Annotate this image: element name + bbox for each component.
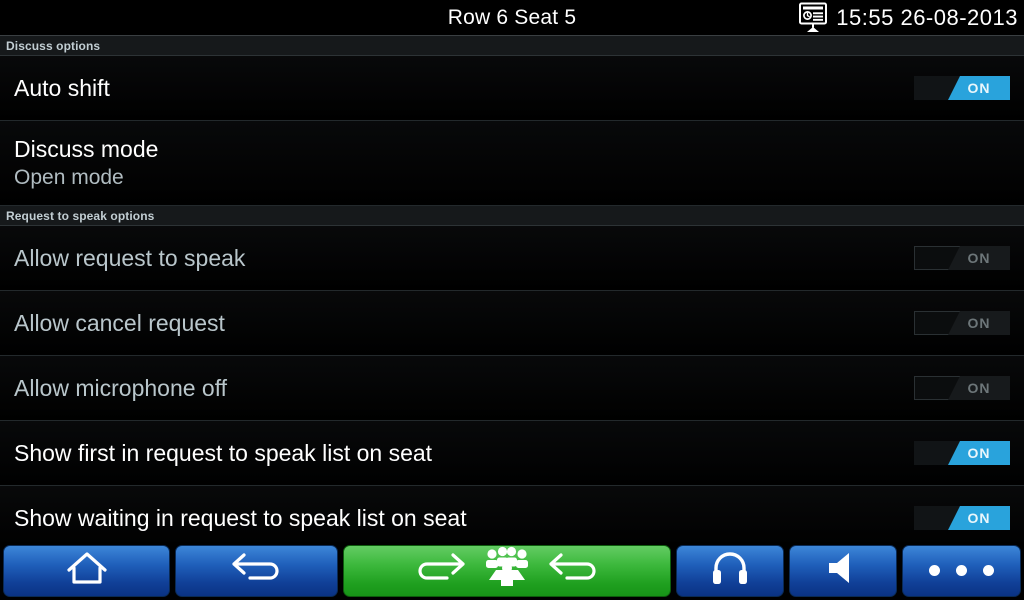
section-header-label: Discuss options — [6, 38, 101, 53]
more-button[interactable] — [902, 544, 1021, 597]
list-item-label: Allow cancel request — [14, 309, 225, 336]
list-item-allow-cancel-request[interactable]: Allow cancel request ON — [0, 291, 1024, 356]
list-item-allow-microphone-off[interactable]: Allow microphone off ON — [0, 356, 1024, 421]
list-item-auto-shift[interactable]: Auto shift ON — [0, 56, 1024, 121]
toggle-state-label: ON — [967, 315, 991, 331]
bottom-button-bar — [0, 542, 1024, 600]
list-item-label: Show first in request to speak list on s… — [14, 439, 433, 466]
headphones-icon — [711, 550, 749, 591]
speaker-icon — [823, 551, 863, 590]
discuss-options-list: Auto shift ON Discuss mode Open mode — [0, 56, 1024, 206]
toggle-auto-shift[interactable]: ON — [914, 76, 1010, 100]
toggle-show-first-in-request-to-speak-list[interactable]: ON — [914, 441, 1010, 465]
row-texts: Auto shift — [14, 75, 110, 102]
headphones-button[interactable] — [676, 544, 784, 597]
request-to-speak-options-list: Allow request to speak ON Allow cancel r… — [0, 226, 1024, 551]
list-item-label: Allow request to speak — [14, 244, 246, 271]
section-header-request-to-speak-options: Request to speak options — [0, 206, 1024, 226]
home-button[interactable] — [3, 544, 170, 597]
dot — [983, 565, 994, 576]
discussion-group-icon — [481, 546, 533, 595]
list-item-show-first-in-request-to-speak-list-on-seat[interactable]: Show first in request to speak list on s… — [0, 421, 1024, 486]
toggle-allow-microphone-off[interactable]: ON — [914, 376, 1010, 400]
status-bar: Row 6 Seat 5 15:55 26-08-2013 — [0, 0, 1024, 36]
back-button[interactable] — [175, 544, 338, 597]
row-texts: Allow cancel request — [14, 310, 225, 337]
status-clock: 15:55 26-08-2013 — [836, 4, 1018, 30]
row-texts: Allow microphone off — [14, 375, 227, 402]
list-item-label: Auto shift — [14, 74, 110, 101]
section-header-discuss-options: Discuss options — [0, 36, 1024, 56]
dot — [929, 565, 940, 576]
row-texts: Show first in request to speak list on s… — [14, 440, 432, 467]
back-arrow-icon — [230, 551, 284, 590]
list-item-label: Discuss mode — [14, 136, 159, 162]
toggle-state-label: ON — [967, 510, 991, 526]
meeting-display-icon — [798, 2, 828, 34]
dot — [956, 565, 967, 576]
forward-arrow-icon — [415, 551, 467, 590]
toggle-state-label: ON — [967, 445, 991, 461]
toggle-state-label: ON — [967, 250, 991, 266]
list-item-allow-request-to-speak[interactable]: Allow request to speak ON — [0, 226, 1024, 291]
toggle-show-waiting-in-request-to-speak-list[interactable]: ON — [914, 506, 1010, 530]
list-item-value: Open mode — [14, 166, 124, 189]
list-item-label: Allow microphone off — [14, 374, 228, 401]
toggle-state-label: ON — [967, 380, 991, 396]
home-icon — [65, 550, 109, 591]
list-item-discuss-mode[interactable]: Discuss mode Open mode — [0, 121, 1024, 206]
section-header-label: Request to speak options — [6, 208, 155, 223]
speaker-button[interactable] — [789, 544, 897, 597]
back-arrow-icon — [547, 551, 599, 590]
row-texts: Discuss mode Open mode — [14, 136, 158, 190]
status-right-group: 15:55 26-08-2013 — [798, 2, 1018, 34]
row-texts: Allow request to speak — [14, 245, 245, 272]
discussion-button[interactable] — [343, 544, 671, 597]
row-texts: Show waiting in request to speak list on… — [14, 505, 467, 532]
more-dots-icon — [929, 565, 994, 576]
toggle-allow-cancel-request[interactable]: ON — [914, 311, 1010, 335]
toggle-state-label: ON — [967, 80, 991, 96]
list-item-label: Show waiting in request to speak list on… — [14, 504, 467, 531]
toggle-allow-request-to-speak[interactable]: ON — [914, 246, 1010, 270]
